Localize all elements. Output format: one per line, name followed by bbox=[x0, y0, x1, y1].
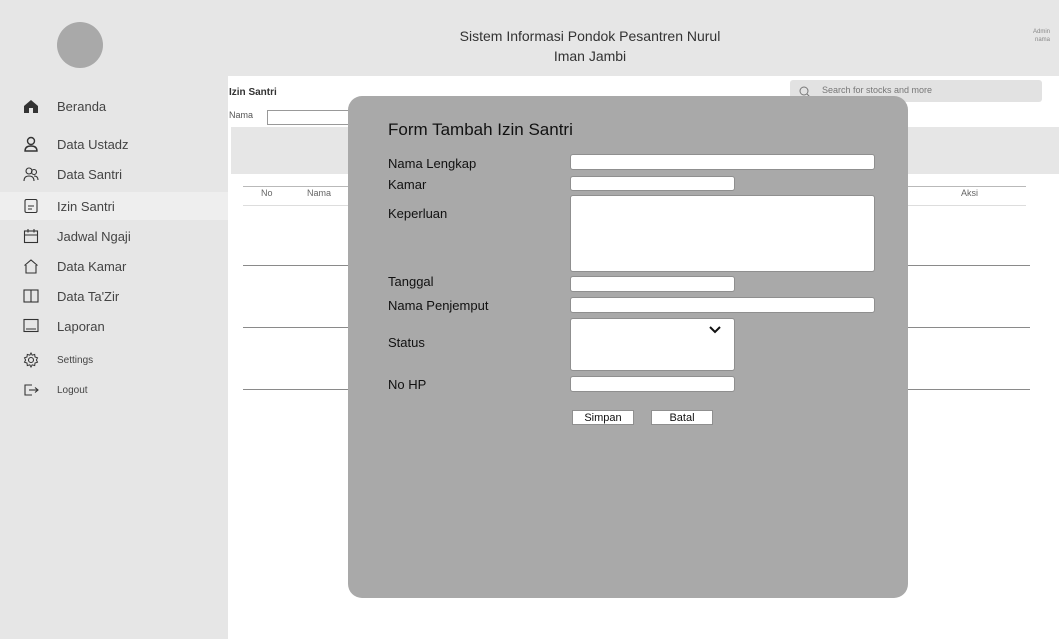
sidebar-item-label: Data Kamar bbox=[57, 258, 127, 274]
sidebar-item-label: Laporan bbox=[57, 318, 105, 334]
sidebar-item-label: Izin Santri bbox=[57, 198, 115, 214]
table-header-aksi: Aksi bbox=[961, 188, 979, 198]
add-permission-modal: Form Tambah Izin Santri Nama Lengkap Kam… bbox=[348, 96, 908, 598]
logout-icon bbox=[22, 381, 40, 399]
no-hp-field[interactable] bbox=[570, 376, 735, 392]
sidebar-item-jadwal-ngaji[interactable]: Jadwal Ngaji bbox=[0, 222, 228, 250]
admin-name: nama bbox=[1034, 37, 1050, 43]
cancel-button[interactable]: Batal bbox=[651, 410, 713, 425]
sidebar-item-label: Settings bbox=[57, 354, 94, 366]
tanggal-field[interactable] bbox=[570, 276, 735, 292]
book-icon bbox=[22, 287, 40, 305]
sidebar-item-label: Data Ta'Zir bbox=[57, 288, 120, 304]
sidebar-item-label: Data Ustadz bbox=[57, 136, 129, 152]
app-title: Sistem Informasi Pondok Pesantren Nurul … bbox=[420, 26, 760, 66]
app-title-line1: Sistem Informasi Pondok Pesantren Nurul bbox=[459, 28, 721, 44]
calendar-icon bbox=[22, 227, 40, 245]
no-hp-label: No HP bbox=[388, 377, 427, 392]
app-title-line2: Iman Jambi bbox=[553, 48, 627, 64]
document-icon bbox=[22, 197, 40, 215]
sidebar-item-label: Data Santri bbox=[57, 166, 123, 182]
modal-title: Form Tambah Izin Santri bbox=[388, 120, 573, 139]
home-icon bbox=[22, 97, 40, 115]
sidebar-item-logout[interactable]: Logout bbox=[0, 376, 228, 404]
filter-label: Nama bbox=[229, 110, 254, 120]
sidebar-item-beranda[interactable]: Beranda bbox=[0, 92, 228, 120]
save-button[interactable]: Simpan bbox=[572, 410, 634, 425]
nama-lengkap-label: Nama Lengkap bbox=[388, 156, 477, 171]
admin-role: Admin bbox=[1032, 29, 1050, 35]
admin-profile[interactable]: Admin nama bbox=[1010, 28, 1050, 44]
sidebar-item-label: Beranda bbox=[57, 98, 107, 114]
keperluan-label: Keperluan bbox=[388, 206, 448, 221]
gear-icon bbox=[22, 351, 40, 369]
users-icon bbox=[22, 165, 40, 183]
user-icon bbox=[22, 135, 40, 153]
sidebar-item-data-kamar[interactable]: Data Kamar bbox=[0, 252, 228, 280]
table-header-no: No bbox=[261, 188, 273, 198]
kamar-field[interactable] bbox=[570, 176, 735, 191]
table-header-nama: Nama bbox=[307, 188, 332, 198]
sidebar: Beranda Data Ustadz Data Santri Izin San… bbox=[0, 76, 228, 639]
house-outline-icon bbox=[22, 257, 40, 275]
sidebar-item-label: Jadwal Ngaji bbox=[57, 228, 131, 244]
status-label: Status bbox=[388, 335, 425, 350]
page-title: Izin Santri bbox=[229, 87, 277, 98]
sidebar-item-data-ustadz[interactable]: Data Ustadz bbox=[0, 130, 228, 158]
filter-name-input[interactable] bbox=[267, 110, 349, 125]
sidebar-item-laporan[interactable]: Laporan bbox=[0, 312, 228, 340]
sidebar-item-settings[interactable]: Settings bbox=[0, 346, 228, 374]
search-placeholder: Search for stocks and more bbox=[822, 85, 933, 95]
kamar-label: Kamar bbox=[388, 177, 427, 192]
tanggal-label: Tanggal bbox=[388, 274, 434, 289]
nama-penjemput-label: Nama Penjemput bbox=[388, 298, 489, 313]
nama-penjemput-field[interactable] bbox=[570, 297, 875, 313]
chevron-down-icon bbox=[708, 322, 722, 334]
sidebar-item-data-santri[interactable]: Data Santri bbox=[0, 160, 228, 188]
nama-lengkap-field[interactable] bbox=[570, 154, 875, 170]
keperluan-textarea[interactable] bbox=[570, 195, 875, 272]
report-icon bbox=[22, 317, 40, 335]
header-bar: Sistem Informasi Pondok Pesantren Nurul … bbox=[0, 0, 1059, 76]
status-select[interactable] bbox=[570, 318, 735, 371]
sidebar-item-label: Logout bbox=[57, 384, 88, 396]
logo bbox=[57, 22, 103, 68]
sidebar-item-izin-santri[interactable]: Izin Santri bbox=[0, 192, 228, 220]
sidebar-item-data-tazir[interactable]: Data Ta'Zir bbox=[0, 282, 228, 310]
